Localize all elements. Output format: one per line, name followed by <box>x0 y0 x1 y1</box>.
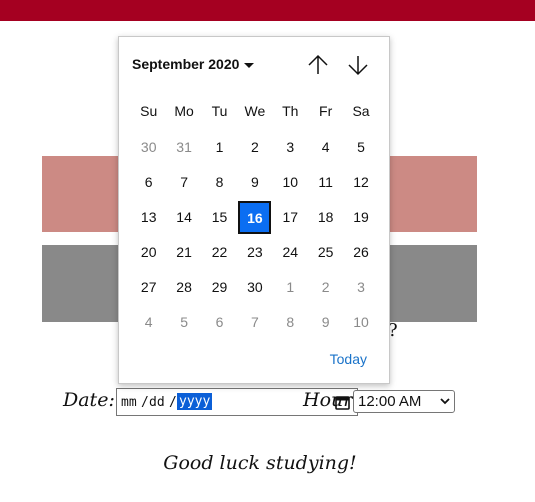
weekday-header: Tu <box>211 103 228 119</box>
day-cell[interactable]: 12 <box>343 165 378 200</box>
date-picker-popup: September 2020 Su Mo Tu We Th Fr Sa 30 3… <box>118 36 390 384</box>
day-cell[interactable]: 3 <box>273 130 308 165</box>
weekday-header: Sa <box>352 103 370 119</box>
day-cell[interactable]: 18 <box>308 200 343 235</box>
day-cell[interactable]: 10 <box>273 165 308 200</box>
weekday-header: Fr <box>319 103 333 119</box>
calendar-grid: Su Mo Tu We Th Fr Sa 30 31 1 2 3 4 5 6 7… <box>131 95 379 340</box>
day-cell[interactable]: 13 <box>131 200 166 235</box>
caret-down-icon <box>244 62 255 68</box>
month-year-selector[interactable]: September 2020 <box>132 56 255 72</box>
week-row: 13 14 15 16 17 18 19 <box>131 200 379 235</box>
day-cell[interactable]: 11 <box>308 165 343 200</box>
month-year-label: September 2020 <box>132 56 240 72</box>
day-cell[interactable]: 24 <box>273 235 308 270</box>
weekday-header: Su <box>140 103 158 119</box>
day-cell[interactable]: 9 <box>308 305 343 340</box>
date-month-segment[interactable]: mm <box>121 395 137 410</box>
day-cell[interactable]: 14 <box>166 200 201 235</box>
day-cell[interactable]: 4 <box>308 130 343 165</box>
day-cell[interactable]: 19 <box>343 200 378 235</box>
day-cell[interactable]: 6 <box>131 165 166 200</box>
date-hour-form: Date: mm / dd / yyyy Hour: 12:00 AM <box>63 385 523 417</box>
day-cell[interactable]: 28 <box>166 270 201 305</box>
day-cell[interactable]: 7 <box>166 165 201 200</box>
day-cell[interactable]: 1 <box>273 270 308 305</box>
day-cell[interactable]: 30 <box>237 270 272 305</box>
arrow-down-icon[interactable] <box>346 53 370 77</box>
weekday-header: Mo <box>174 103 194 119</box>
day-cell[interactable]: 1 <box>202 130 237 165</box>
day-cell-selected[interactable]: 16 <box>237 200 272 235</box>
hour-select-value: 12:00 AM <box>358 393 422 410</box>
selected-day-label: 16 <box>238 201 272 234</box>
day-cell[interactable]: 4 <box>131 305 166 340</box>
day-cell[interactable]: 31 <box>166 130 201 165</box>
date-year-segment[interactable]: yyyy <box>177 393 213 410</box>
day-cell[interactable]: 22 <box>202 235 237 270</box>
date-separator: / <box>169 395 177 410</box>
week-row: 20 21 22 23 24 25 26 <box>131 235 379 270</box>
day-cell[interactable]: 5 <box>166 305 201 340</box>
today-button[interactable]: Today <box>330 351 367 367</box>
day-cell[interactable]: 25 <box>308 235 343 270</box>
calendar-header: September 2020 <box>119 37 389 93</box>
footer-message: Good luck studying! <box>163 452 357 474</box>
day-cell[interactable]: 8 <box>202 165 237 200</box>
day-cell[interactable]: 7 <box>237 305 272 340</box>
day-cell[interactable]: 21 <box>166 235 201 270</box>
week-row: 27 28 29 30 1 2 3 <box>131 270 379 305</box>
weekday-header: We <box>244 103 266 119</box>
day-cell[interactable]: 26 <box>343 235 378 270</box>
day-cell[interactable]: 10 <box>343 305 378 340</box>
week-row: 30 31 1 2 3 4 5 <box>131 130 379 165</box>
day-cell[interactable]: 17 <box>273 200 308 235</box>
date-label: Date: <box>63 389 115 411</box>
day-cell[interactable]: 6 <box>202 305 237 340</box>
arrow-up-icon[interactable] <box>306 53 330 77</box>
day-cell[interactable]: 27 <box>131 270 166 305</box>
date-day-segment[interactable]: dd <box>149 395 165 410</box>
hour-label: Hour: <box>303 389 359 411</box>
chevron-down-icon <box>440 398 450 405</box>
week-row: 6 7 8 9 10 11 12 <box>131 165 379 200</box>
day-cell[interactable]: 15 <box>202 200 237 235</box>
day-cell[interactable]: 5 <box>343 130 378 165</box>
day-cell[interactable]: 20 <box>131 235 166 270</box>
weekday-row: Su Mo Tu We Th Fr Sa <box>131 95 379 130</box>
day-cell[interactable]: 3 <box>343 270 378 305</box>
week-row: 4 5 6 7 8 9 10 <box>131 305 379 340</box>
day-cell[interactable]: 2 <box>237 130 272 165</box>
day-cell[interactable]: 23 <box>237 235 272 270</box>
day-cell[interactable]: 9 <box>237 165 272 200</box>
day-cell[interactable]: 8 <box>273 305 308 340</box>
weekday-header: Th <box>282 103 299 119</box>
top-banner <box>0 0 535 21</box>
date-separator: / <box>141 395 149 410</box>
day-cell[interactable]: 29 <box>202 270 237 305</box>
hour-select[interactable]: 12:00 AM <box>353 390 455 413</box>
day-cell[interactable]: 2 <box>308 270 343 305</box>
day-cell[interactable]: 30 <box>131 130 166 165</box>
